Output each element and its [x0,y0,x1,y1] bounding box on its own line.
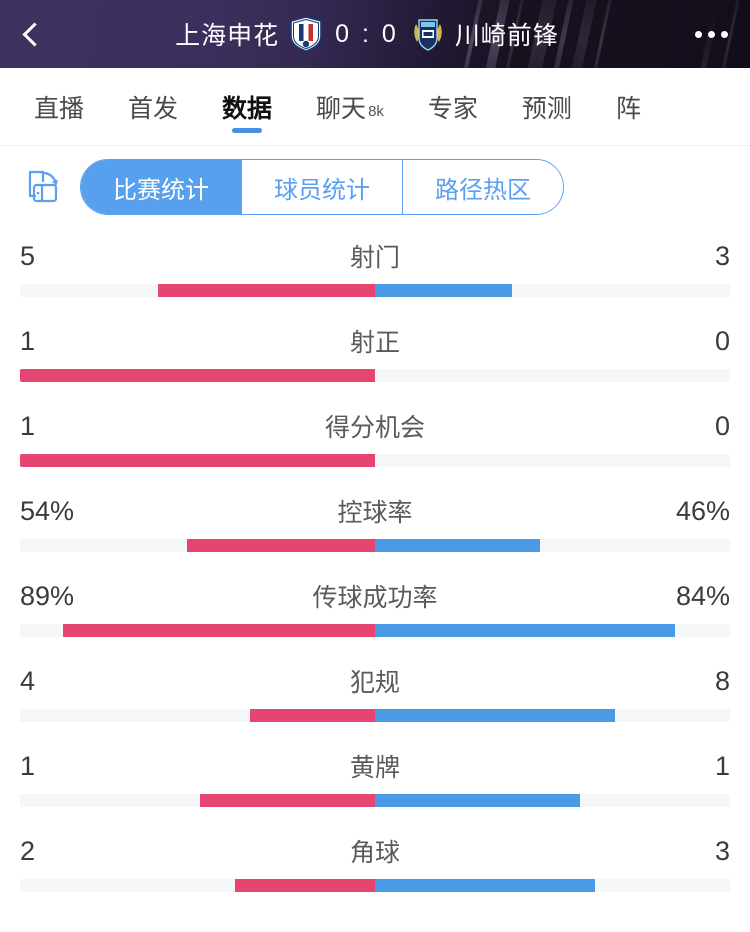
stat-row-values: 2 角球 3 [20,823,730,879]
home-stat-value: 1 [20,410,36,441]
stat-label: 黄牌 [349,754,400,782]
home-stat-bar [157,284,375,297]
home-stat-bar [200,794,375,807]
tab-0[interactable]: 直播 [12,68,106,146]
tab-5[interactable]: 预测 [500,68,594,146]
back-chevron-icon [21,21,47,47]
away-stat-bar [375,624,675,637]
away-stat-bar [375,709,615,722]
stat-label: 传球成功率 [312,584,438,612]
stat-row-values: 1 得分机会 0 [20,398,730,454]
home-stat-value: 1 [20,750,36,781]
stat-row-values: 4 犯规 8 [20,653,730,709]
home-team-name: 上海申花 [175,22,280,50]
stat-bar-track [20,284,730,297]
home-stat-value: 4 [20,665,36,696]
score-value: 0 : 0 [335,19,399,48]
stat-row-values: 54% 控球率 46% [20,483,730,539]
away-stat-value: 0 [714,410,730,441]
home-stat-value: 1 [20,325,36,356]
home-stat-bar [20,454,375,467]
more-options-icon[interactable] [672,0,750,68]
segment-2[interactable]: 路径热区 [403,160,563,214]
away-stat-bar [375,794,580,807]
home-stat-value: 5 [20,240,36,271]
home-stat-bar [235,879,375,892]
stat-label: 得分机会 [324,414,425,442]
tab-label: 阵 [615,95,641,123]
stat-bar-track [20,624,730,637]
match-header: 上海申花 0 : 0 川崎前锋 [0,0,750,68]
section-tabbar: 直播 首发 数据 聊天 8k 专家 预测阵 [0,68,750,146]
scoreboard: 上海申花 0 : 0 川崎前锋 [62,16,672,52]
tabbar-divider [0,145,750,146]
away-stat-bar [375,879,596,892]
tab-label: 首发 [128,95,179,123]
tab-2[interactable]: 数据 [200,68,294,146]
stat-row: 89% 传球成功率 84% [20,568,730,653]
stat-row-values: 89% 传球成功率 84% [20,568,730,624]
stat-row: 1 得分机会 0 [20,398,730,483]
home-stat-bar [186,539,375,552]
tab-label: 预测 [521,95,572,123]
away-team-name: 川崎前锋 [454,22,559,50]
tab-4[interactable]: 专家 [406,68,500,146]
stat-label: 角球 [349,839,400,867]
stats-segmented-control: 比赛统计 球员统计 路径热区 [80,159,564,215]
home-stat-value: 54% [20,495,75,526]
stat-row-values: 1 黄牌 1 [20,738,730,794]
match-stats-list: 5 射门 3 1 射正 0 1 得分机会 0 54% 控球率 46% 89% 传球成功率 84% 4 犯规 8 1 黄… [0,228,750,908]
away-stat-value: 0 [714,325,730,356]
tab-label: 聊天 [316,95,367,123]
away-stat-bar [375,539,541,552]
stat-label: 射正 [349,329,400,357]
home-stat-value: 89% [20,580,75,611]
home-stat-bar [20,369,375,382]
stat-bar-track [20,794,730,807]
stat-bar-track [20,369,730,382]
stats-toolbar: 比赛统计 球员统计 路径热区 [0,146,750,228]
stat-label: 犯规 [349,669,400,697]
home-stat-bar [250,709,375,722]
active-tab-indicator [232,128,263,133]
away-stat-value: 1 [714,750,730,781]
stat-row: 1 黄牌 1 [20,738,730,823]
stat-bar-track [20,709,730,722]
back-button[interactable] [0,0,62,68]
tab-3[interactable]: 聊天 8k [294,68,406,146]
tab-label: 直播 [34,95,85,123]
away-stat-value: 84% [675,580,730,611]
stat-row: 4 犯规 8 [20,653,730,738]
tab-6[interactable]: 阵 [594,68,663,146]
stat-row: 5 射门 3 [20,228,730,313]
away-stat-value: 46% [675,495,730,526]
tab-badge: 8k [368,102,384,120]
kawasaki-frontale-crest-icon [411,16,445,52]
away-stat-value: 3 [714,240,730,271]
stat-row: 2 角球 3 [20,823,730,908]
screen-rotate-icon[interactable] [14,159,70,215]
stat-bar-track [20,539,730,552]
stat-label: 射门 [349,244,400,272]
segment-1[interactable]: 球员统计 [242,160,403,214]
stat-row: 1 射正 0 [20,313,730,398]
segment-0[interactable]: 比赛统计 [81,160,242,214]
home-stat-value: 2 [20,835,36,866]
stat-label: 控球率 [337,499,413,527]
stat-bar-track [20,879,730,892]
stat-row-values: 1 射正 0 [20,313,730,369]
away-stat-value: 8 [714,665,730,696]
shanghai-shenhua-crest-icon [289,16,323,52]
away-stat-bar [375,284,513,297]
home-stat-bar [62,624,375,637]
away-stat-value: 3 [714,835,730,866]
tab-label: 专家 [427,95,478,123]
tab-1[interactable]: 首发 [106,68,200,146]
tab-label: 数据 [222,95,273,123]
stat-row: 54% 控球率 46% [20,483,730,568]
stat-row-values: 5 射门 3 [20,228,730,284]
stat-bar-track [20,454,730,467]
